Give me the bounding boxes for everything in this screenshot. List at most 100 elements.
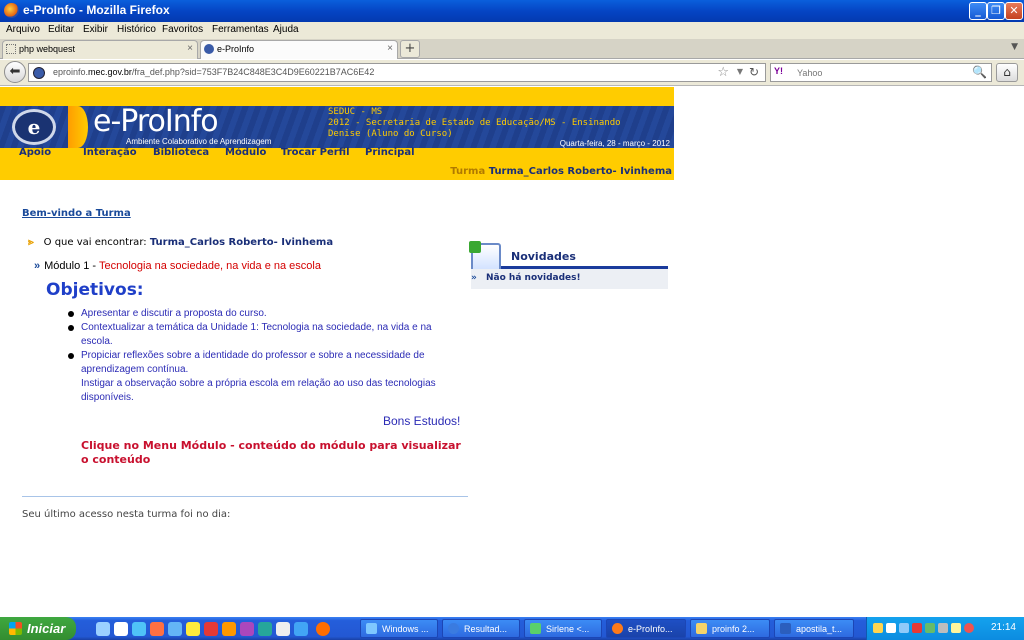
close-icon[interactable]: × — [387, 43, 393, 54]
quicklaunch-icon[interactable] — [96, 622, 110, 636]
quicklaunch-icon[interactable] — [240, 622, 254, 636]
taskbar-item[interactable]: apostila_t... — [774, 619, 854, 638]
quicklaunch-icon[interactable] — [276, 622, 290, 636]
info-line: SEDUC - MS — [328, 107, 383, 117]
menu-interacao[interactable]: Interação — [83, 147, 137, 158]
menu-favoritos[interactable]: Favoritos — [162, 24, 203, 35]
url-text[interactable]: eproinfo.mec.gov.br/fra_def.php?sid=753F… — [53, 67, 374, 77]
messenger-icon — [530, 623, 541, 634]
search-bar[interactable]: Y! 🔍 — [770, 63, 992, 82]
clock[interactable]: 21:14 — [991, 622, 1016, 633]
search-icon[interactable]: 🔍 — [972, 65, 987, 79]
bons-estudos: Bons Estudos! — [383, 414, 461, 428]
turma-value: Turma_Carlos Roberto- Ivinhema — [488, 166, 672, 177]
menu-biblioteca[interactable]: Biblioteca — [153, 147, 209, 158]
modulo-prefix: Módulo 1 - — [44, 260, 97, 272]
bullet-icon — [68, 353, 74, 359]
list-item: Contextualizar a temática da Unidade 1: … — [66, 321, 461, 349]
alert-icon[interactable] — [964, 623, 974, 633]
list-item-continuation: Instigar a observação sobre a própria es… — [81, 378, 436, 403]
update-icon[interactable] — [925, 623, 935, 633]
taskbar-item-active[interactable]: e-ProInfo... — [606, 619, 686, 638]
site-identity-icon[interactable] — [33, 67, 45, 79]
url-history-dropdown-icon[interactable]: ▼ — [737, 67, 743, 76]
network-icon[interactable] — [886, 623, 896, 633]
menu-modulo[interactable]: Módulo — [225, 147, 266, 158]
start-button[interactable]: Iniciar — [0, 617, 76, 640]
menu-trocar-perfil[interactable]: Trocar Perfil — [281, 147, 350, 158]
quicklaunch-icon[interactable] — [168, 622, 182, 636]
banner-swoosh — [68, 106, 88, 148]
menu-apoio[interactable]: Apoio — [19, 147, 51, 158]
window-titlebar: e-ProInfo - Mozilla Firefox _ ❐ ✕ — [0, 0, 1024, 22]
monitor-icon[interactable] — [899, 623, 909, 633]
url-bar[interactable]: eproinfo.mec.gov.br/fra_def.php?sid=753F… — [28, 63, 766, 82]
folder-icon — [696, 623, 707, 634]
list-item: Propiciar reflexões sobre a identidade d… — [66, 349, 461, 377]
tab-strip: php webquest × e-ProInfo × + ▼ — [0, 39, 1024, 59]
menu-principal[interactable]: Principal — [365, 147, 415, 158]
ie-icon — [448, 623, 459, 634]
menu-exibir[interactable]: Exibir — [83, 24, 108, 35]
tab-php-webquest[interactable]: php webquest × — [2, 40, 198, 59]
window-title: e-ProInfo - Mozilla Firefox — [23, 3, 170, 17]
quicklaunch-icon[interactable] — [186, 622, 200, 636]
reload-icon[interactable]: ↻ — [749, 65, 759, 79]
menu-historico[interactable]: Histórico — [117, 24, 156, 35]
search-input[interactable] — [797, 66, 967, 80]
quicklaunch-icon[interactable] — [132, 622, 146, 636]
restore-button[interactable]: ❐ — [987, 2, 1005, 20]
quicklaunch-icon[interactable] — [114, 622, 128, 636]
quicklaunch-icon[interactable] — [150, 622, 164, 636]
ultimo-acesso: Seu último acesso nesta turma foi no dia… — [22, 509, 231, 520]
home-button[interactable]: ⌂ — [996, 63, 1018, 82]
taskbar-item[interactable]: Sirlene <... — [524, 619, 602, 638]
bullet-icon — [68, 311, 74, 317]
taskbar-item[interactable]: Resultad... — [442, 619, 520, 638]
modulo-title: Tecnologia na sociedade, na vida e na es… — [98, 260, 321, 272]
novidades-body: » Não há novidades! — [471, 269, 668, 289]
novidades-empty-text: Não há novidades! — [486, 273, 581, 283]
site-menu: Apoio Interação Biblioteca Módulo Trocar… — [0, 147, 674, 161]
tab-list-icon[interactable]: ▼ — [1011, 42, 1018, 52]
list-item: Apresentar e discutir a proposta do curs… — [66, 307, 461, 321]
taskbar-item[interactable]: proinfo 2... — [690, 619, 770, 638]
quicklaunch-icon[interactable] — [294, 622, 308, 636]
search-engine-icon[interactable]: Y! — [774, 66, 783, 76]
menu-editar[interactable]: Editar — [48, 24, 74, 35]
welcome-link[interactable]: Bem-vindo a Turma — [22, 208, 131, 219]
shield-icon[interactable] — [873, 623, 883, 633]
word-icon — [780, 623, 791, 634]
tab-e-proinfo[interactable]: e-ProInfo × — [200, 40, 398, 59]
bullet-icon — [68, 325, 74, 331]
firefox-quicklaunch-icon[interactable] — [316, 622, 330, 636]
back-button[interactable]: ⬅ — [4, 61, 26, 83]
novidades-title: Novidades — [511, 250, 576, 263]
volume-icon[interactable] — [951, 623, 961, 633]
tab-label: e-ProInfo — [217, 44, 255, 54]
minimize-button[interactable]: _ — [969, 2, 987, 20]
navigation-bar: ⬅ eproinfo.mec.gov.br/fra_def.php?sid=75… — [0, 60, 1024, 86]
double-chevron-icon: » — [471, 273, 477, 283]
quicklaunch-icon[interactable] — [204, 622, 218, 636]
bookmark-star-icon[interactable]: ☆ — [717, 65, 729, 80]
menu-arquivo[interactable]: Arquivo — [6, 24, 40, 35]
menu-ferramentas[interactable]: Ferramentas — [212, 24, 269, 35]
modulo-line: » Módulo 1 - Tecnologia na sociedade, na … — [34, 260, 321, 272]
objetivos-list: Apresentar e discutir a proposta do curs… — [66, 307, 461, 405]
taskbar-item[interactable]: Windows ... — [360, 619, 438, 638]
quicklaunch-icon[interactable] — [222, 622, 236, 636]
quicklaunch-icon[interactable] — [258, 622, 272, 636]
divider — [22, 496, 468, 497]
firefox-icon — [4, 3, 19, 18]
system-tray: 21:14 — [866, 617, 1024, 640]
e-logo-icon[interactable]: e — [12, 109, 56, 145]
encontrar-label: O que vai encontrar: — [43, 237, 147, 248]
close-button[interactable]: ✕ — [1005, 2, 1023, 20]
close-icon[interactable]: × — [187, 43, 193, 54]
menu-ajuda[interactable]: Ajuda — [273, 24, 299, 35]
taskbar: Iniciar Windows ... Resultad... Sirlene … — [0, 617, 1024, 640]
usb-icon[interactable] — [938, 623, 948, 633]
new-tab-button[interactable]: + — [400, 40, 420, 58]
security-icon[interactable] — [912, 623, 922, 633]
